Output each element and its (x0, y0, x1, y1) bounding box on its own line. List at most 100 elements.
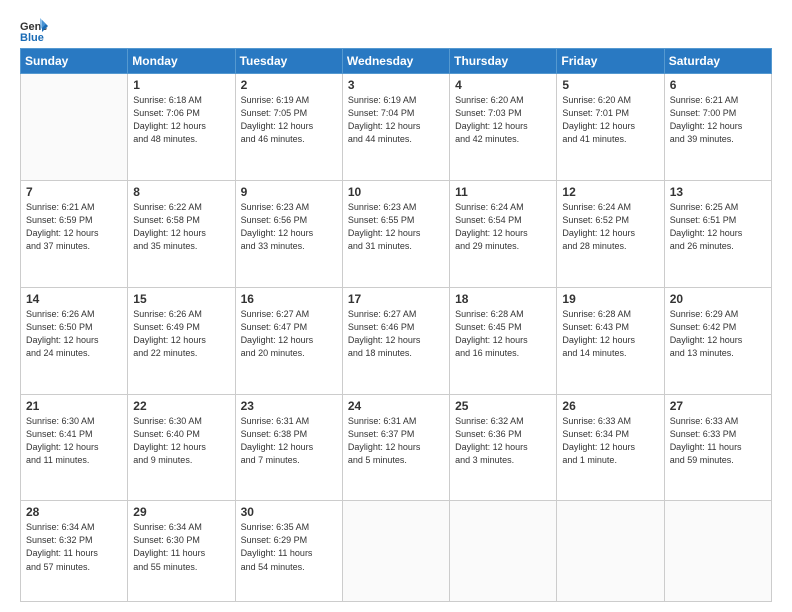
day-info: Sunrise: 6:24 AMSunset: 6:54 PMDaylight:… (455, 201, 551, 253)
day-number: 20 (670, 292, 766, 306)
day-cell: 14Sunrise: 6:26 AMSunset: 6:50 PMDayligh… (21, 287, 128, 394)
week-row-0: 1Sunrise: 6:18 AMSunset: 7:06 PMDaylight… (21, 74, 772, 181)
day-info: Sunrise: 6:18 AMSunset: 7:06 PMDaylight:… (133, 94, 229, 146)
day-info: Sunrise: 6:23 AMSunset: 6:55 PMDaylight:… (348, 201, 444, 253)
day-cell: 25 Sunrise: 6:32 AMSunset: 6:36 PMDayligh… (450, 394, 557, 501)
day-info: Sunrise: 6:19 AMSunset: 7:05 PMDaylight:… (241, 94, 337, 146)
header-cell-tuesday: Tuesday (235, 49, 342, 74)
calendar-body: 1Sunrise: 6:18 AMSunset: 7:06 PMDaylight… (21, 74, 772, 602)
day-cell: 27Sunrise: 6:33 AMSunset: 6:33 PMDayligh… (664, 394, 771, 501)
day-cell: 9 Sunrise: 6:23 AMSunset: 6:56 PMDaylight… (235, 180, 342, 287)
day-info: Sunrise: 6:33 AMSunset: 6:34 PMDaylight:… (562, 415, 658, 467)
svg-text:Blue: Blue (20, 32, 44, 42)
day-cell: 19 Sunrise: 6:28 AMSunset: 6:43 PMDayligh… (557, 287, 664, 394)
day-info: Sunrise: 6:28 AMSunset: 6:43 PMDaylight:… (562, 308, 658, 360)
day-number: 23 (241, 399, 337, 413)
day-cell: 20 Sunrise: 6:29 AMSunset: 6:42 PMDayligh… (664, 287, 771, 394)
day-cell: 1Sunrise: 6:18 AMSunset: 7:06 PMDaylight… (128, 74, 235, 181)
day-cell (450, 501, 557, 602)
day-info: Sunrise: 6:19 AMSunset: 7:04 PMDaylight:… (348, 94, 444, 146)
day-cell: 22 Sunrise: 6:30 AMSunset: 6:40 PMDayligh… (128, 394, 235, 501)
day-cell: 28Sunrise: 6:34 AMSunset: 6:32 PMDayligh… (21, 501, 128, 602)
logo-icon: General Blue (20, 18, 48, 42)
day-info: Sunrise: 6:31 AMSunset: 6:38 PMDaylight:… (241, 415, 337, 467)
day-cell (21, 74, 128, 181)
header-cell-thursday: Thursday (450, 49, 557, 74)
day-cell: 6 Sunrise: 6:21 AMSunset: 7:00 PMDaylight… (664, 74, 771, 181)
day-number: 21 (26, 399, 122, 413)
day-info: Sunrise: 6:27 AMSunset: 6:47 PMDaylight:… (241, 308, 337, 360)
header-cell-saturday: Saturday (664, 49, 771, 74)
header-cell-monday: Monday (128, 49, 235, 74)
day-cell: 30Sunrise: 6:35 AMSunset: 6:29 PMDayligh… (235, 501, 342, 602)
day-cell: 8 Sunrise: 6:22 AMSunset: 6:58 PMDaylight… (128, 180, 235, 287)
page: General Blue SundayMondayTuesdayWednesda… (0, 0, 792, 612)
day-cell: 12Sunrise: 6:24 AMSunset: 6:52 PMDayligh… (557, 180, 664, 287)
day-info: Sunrise: 6:23 AMSunset: 6:56 PMDaylight:… (241, 201, 337, 253)
day-number: 25 (455, 399, 551, 413)
day-info: Sunrise: 6:21 AMSunset: 6:59 PMDaylight:… (26, 201, 122, 253)
day-info: Sunrise: 6:35 AMSunset: 6:29 PMDaylight:… (241, 521, 337, 573)
day-cell: 2 Sunrise: 6:19 AMSunset: 7:05 PMDaylight… (235, 74, 342, 181)
day-number: 10 (348, 185, 444, 199)
day-number: 26 (562, 399, 658, 413)
day-info: Sunrise: 6:32 AMSunset: 6:36 PMDaylight:… (455, 415, 551, 467)
header-row: SundayMondayTuesdayWednesdayThursdayFrid… (21, 49, 772, 74)
calendar-header: SundayMondayTuesdayWednesdayThursdayFrid… (21, 49, 772, 74)
day-info: Sunrise: 6:30 AMSunset: 6:40 PMDaylight:… (133, 415, 229, 467)
day-number: 22 (133, 399, 229, 413)
day-number: 13 (670, 185, 766, 199)
day-number: 15 (133, 292, 229, 306)
day-info: Sunrise: 6:27 AMSunset: 6:46 PMDaylight:… (348, 308, 444, 360)
day-cell: 15Sunrise: 6:26 AMSunset: 6:49 PMDayligh… (128, 287, 235, 394)
day-number: 24 (348, 399, 444, 413)
day-info: Sunrise: 6:29 AMSunset: 6:42 PMDaylight:… (670, 308, 766, 360)
day-cell: 5 Sunrise: 6:20 AMSunset: 7:01 PMDaylight… (557, 74, 664, 181)
day-number: 19 (562, 292, 658, 306)
day-number: 6 (670, 78, 766, 92)
day-info: Sunrise: 6:26 AMSunset: 6:50 PMDaylight:… (26, 308, 122, 360)
day-cell: 24 Sunrise: 6:31 AMSunset: 6:37 PMDayligh… (342, 394, 449, 501)
day-cell: 18Sunrise: 6:28 AMSunset: 6:45 PMDayligh… (450, 287, 557, 394)
header: General Blue (20, 18, 772, 42)
day-cell: 16 Sunrise: 6:27 AMSunset: 6:47 PMDayligh… (235, 287, 342, 394)
day-number: 5 (562, 78, 658, 92)
day-number: 9 (241, 185, 337, 199)
day-cell: 13 Sunrise: 6:25 AMSunset: 6:51 PMDayligh… (664, 180, 771, 287)
day-cell: 7Sunrise: 6:21 AMSunset: 6:59 PMDaylight… (21, 180, 128, 287)
day-cell: 4Sunrise: 6:20 AMSunset: 7:03 PMDaylight… (450, 74, 557, 181)
day-info: Sunrise: 6:31 AMSunset: 6:37 PMDaylight:… (348, 415, 444, 467)
day-info: Sunrise: 6:30 AMSunset: 6:41 PMDaylight:… (26, 415, 122, 467)
week-row-3: 21 Sunrise: 6:30 AMSunset: 6:41 PMDayligh… (21, 394, 772, 501)
day-cell: 26 Sunrise: 6:33 AMSunset: 6:34 PMDayligh… (557, 394, 664, 501)
week-row-1: 7Sunrise: 6:21 AMSunset: 6:59 PMDaylight… (21, 180, 772, 287)
day-info: Sunrise: 6:28 AMSunset: 6:45 PMDaylight:… (455, 308, 551, 360)
logo: General Blue (20, 18, 52, 42)
day-cell: 11 Sunrise: 6:24 AMSunset: 6:54 PMDayligh… (450, 180, 557, 287)
day-cell (557, 501, 664, 602)
day-info: Sunrise: 6:20 AMSunset: 7:03 PMDaylight:… (455, 94, 551, 146)
day-number: 8 (133, 185, 229, 199)
day-number: 16 (241, 292, 337, 306)
week-row-2: 14Sunrise: 6:26 AMSunset: 6:50 PMDayligh… (21, 287, 772, 394)
day-number: 27 (670, 399, 766, 413)
day-info: Sunrise: 6:34 AMSunset: 6:30 PMDaylight:… (133, 521, 229, 573)
day-number: 11 (455, 185, 551, 199)
day-number: 28 (26, 505, 122, 519)
header-cell-friday: Friday (557, 49, 664, 74)
day-cell: 17 Sunrise: 6:27 AMSunset: 6:46 PMDayligh… (342, 287, 449, 394)
day-info: Sunrise: 6:21 AMSunset: 7:00 PMDaylight:… (670, 94, 766, 146)
day-cell: 23 Sunrise: 6:31 AMSunset: 6:38 PMDayligh… (235, 394, 342, 501)
header-cell-sunday: Sunday (21, 49, 128, 74)
day-cell (664, 501, 771, 602)
day-cell: 10 Sunrise: 6:23 AMSunset: 6:55 PMDayligh… (342, 180, 449, 287)
day-cell: 29 Sunrise: 6:34 AMSunset: 6:30 PMDayligh… (128, 501, 235, 602)
day-info: Sunrise: 6:20 AMSunset: 7:01 PMDaylight:… (562, 94, 658, 146)
calendar-table: SundayMondayTuesdayWednesdayThursdayFrid… (20, 48, 772, 602)
day-number: 3 (348, 78, 444, 92)
day-number: 2 (241, 78, 337, 92)
day-number: 17 (348, 292, 444, 306)
day-info: Sunrise: 6:22 AMSunset: 6:58 PMDaylight:… (133, 201, 229, 253)
day-number: 29 (133, 505, 229, 519)
day-info: Sunrise: 6:25 AMSunset: 6:51 PMDaylight:… (670, 201, 766, 253)
